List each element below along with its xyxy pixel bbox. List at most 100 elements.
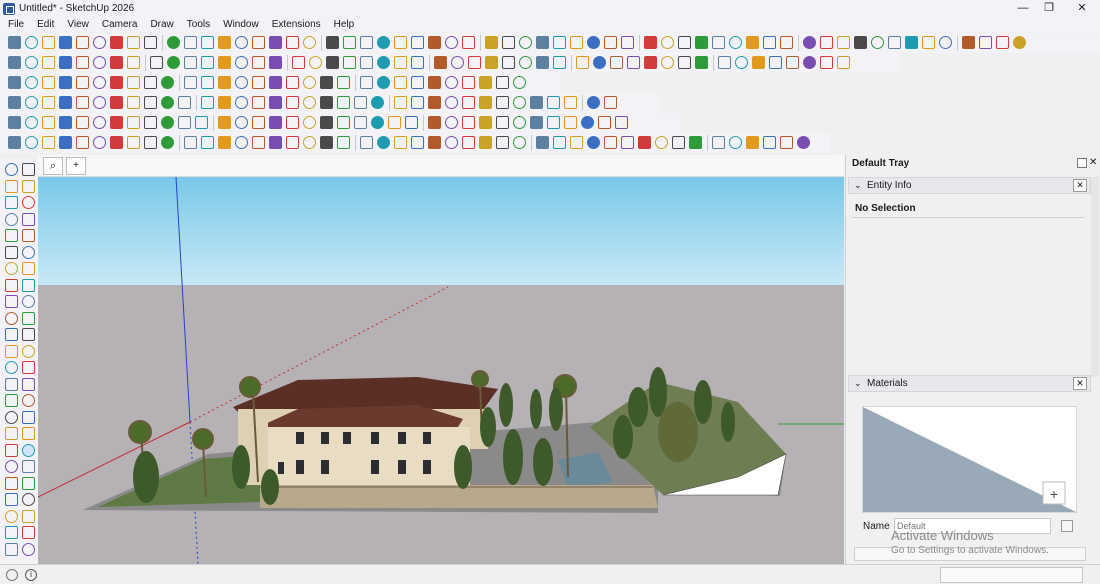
tool-icon[interactable] [22, 443, 35, 457]
tool-icon[interactable] [5, 509, 18, 523]
tool-icon[interactable] [150, 56, 163, 69]
tool-icon[interactable] [598, 116, 611, 129]
tool-icon[interactable] [428, 96, 441, 109]
tool-icon[interactable] [627, 56, 640, 69]
tool-icon[interactable] [5, 328, 18, 341]
tool-icon[interactable] [502, 56, 515, 69]
tool-icon[interactable] [8, 96, 21, 109]
tool-icon[interactable] [519, 36, 532, 49]
tool-icon[interactable] [5, 410, 18, 424]
tool-icon[interactable] [638, 136, 651, 149]
tool-icon[interactable] [22, 427, 35, 440]
tool-icon[interactable] [144, 116, 157, 129]
3d-scene[interactable] [38, 177, 844, 564]
tool-icon[interactable] [530, 96, 543, 109]
tool-icon[interactable] [411, 96, 424, 109]
tool-icon[interactable] [797, 136, 810, 149]
tool-icon[interactable] [110, 36, 123, 49]
tool-icon[interactable] [394, 36, 407, 49]
tool-icon[interactable] [201, 56, 214, 69]
tool-icon[interactable] [42, 96, 55, 109]
tool-icon[interactable] [360, 76, 373, 89]
tool-icon[interactable] [570, 136, 583, 149]
tool-icon[interactable] [746, 136, 759, 149]
tool-icon[interactable] [303, 76, 316, 89]
tool-icon[interactable] [615, 116, 628, 129]
tool-icon[interactable] [337, 96, 350, 109]
tool-icon[interactable] [25, 96, 38, 109]
tool-icon[interactable] [178, 116, 191, 129]
tool-icon[interactable] [42, 136, 55, 149]
tool-icon[interactable] [564, 116, 577, 129]
tool-icon[interactable] [343, 36, 356, 49]
tool-icon[interactable] [655, 136, 668, 149]
tool-icon[interactable] [428, 36, 441, 49]
tool-icon[interactable] [462, 136, 475, 149]
tool-icon[interactable] [218, 76, 231, 89]
tool-icon[interactable] [587, 36, 600, 49]
tool-icon[interactable] [428, 116, 441, 129]
tool-icon[interactable] [570, 36, 583, 49]
tool-icon[interactable] [820, 36, 833, 49]
tool-icon[interactable] [786, 56, 799, 69]
menu-camera[interactable]: Camera [94, 19, 143, 30]
tool-icon[interactable] [735, 56, 748, 69]
tool-icon[interactable] [803, 36, 816, 49]
tool-icon[interactable] [854, 36, 867, 49]
tool-icon[interactable] [161, 136, 174, 149]
tool-icon[interactable] [644, 36, 657, 49]
geo-location-icon[interactable] [6, 569, 18, 581]
tool-icon[interactable] [235, 56, 248, 69]
tool-icon[interactable] [513, 76, 526, 89]
tool-icon[interactable] [581, 116, 594, 129]
tool-icon[interactable] [5, 493, 18, 506]
tool-icon[interactable] [127, 36, 140, 49]
tool-icon[interactable] [445, 136, 458, 149]
tool-icon[interactable] [218, 36, 231, 49]
close-window-button[interactable]: ✕ [1067, 0, 1097, 17]
tool-icon[interactable] [939, 36, 952, 49]
tool-icon[interactable] [127, 136, 140, 149]
tool-icon[interactable] [5, 311, 18, 325]
tool-icon[interactable] [303, 36, 316, 49]
tool-icon[interactable] [377, 56, 390, 69]
tool-icon[interactable] [252, 36, 265, 49]
tool-icon[interactable] [320, 116, 333, 129]
tool-icon[interactable] [5, 394, 18, 407]
tool-icon[interactable] [5, 526, 18, 539]
tool-icon[interactable] [25, 76, 38, 89]
tool-icon[interactable] [536, 136, 549, 149]
tool-icon[interactable] [42, 76, 55, 89]
menu-window[interactable]: Window [215, 19, 264, 30]
menu-extensions[interactable]: Extensions [264, 19, 326, 30]
tool-icon[interactable] [752, 56, 765, 69]
tool-icon[interactable] [326, 36, 339, 49]
tool-icon[interactable] [269, 36, 282, 49]
tool-icon[interactable] [496, 96, 509, 109]
tool-icon[interactable] [42, 36, 55, 49]
tool-icon[interactable] [161, 76, 174, 89]
tool-icon[interactable] [547, 96, 560, 109]
tool-icon[interactable] [22, 460, 35, 473]
tool-icon[interactable] [371, 96, 384, 109]
tool-icon[interactable] [769, 56, 782, 69]
tool-icon[interactable] [337, 116, 350, 129]
tool-icon[interactable] [76, 136, 89, 149]
tool-icon[interactable] [269, 136, 282, 149]
tool-icon[interactable] [360, 136, 373, 149]
tool-icon[interactable] [326, 56, 339, 69]
tool-icon[interactable] [672, 136, 685, 149]
tool-icon[interactable] [218, 136, 231, 149]
menu-help[interactable]: Help [326, 19, 360, 30]
materials-header[interactable]: ⌄ Materials [848, 375, 1091, 392]
search-icon[interactable]: ⌕ [43, 157, 63, 175]
tool-icon[interactable] [388, 116, 401, 129]
tool-icon[interactable] [445, 76, 458, 89]
menu-draw[interactable]: Draw [142, 19, 178, 30]
tool-icon[interactable] [763, 136, 776, 149]
tool-icon[interactable] [553, 136, 566, 149]
create-material-icon[interactable] [1061, 520, 1073, 532]
tray-pin-button[interactable] [1077, 158, 1087, 168]
tool-icon[interactable] [93, 96, 106, 109]
tool-icon[interactable] [5, 377, 18, 391]
